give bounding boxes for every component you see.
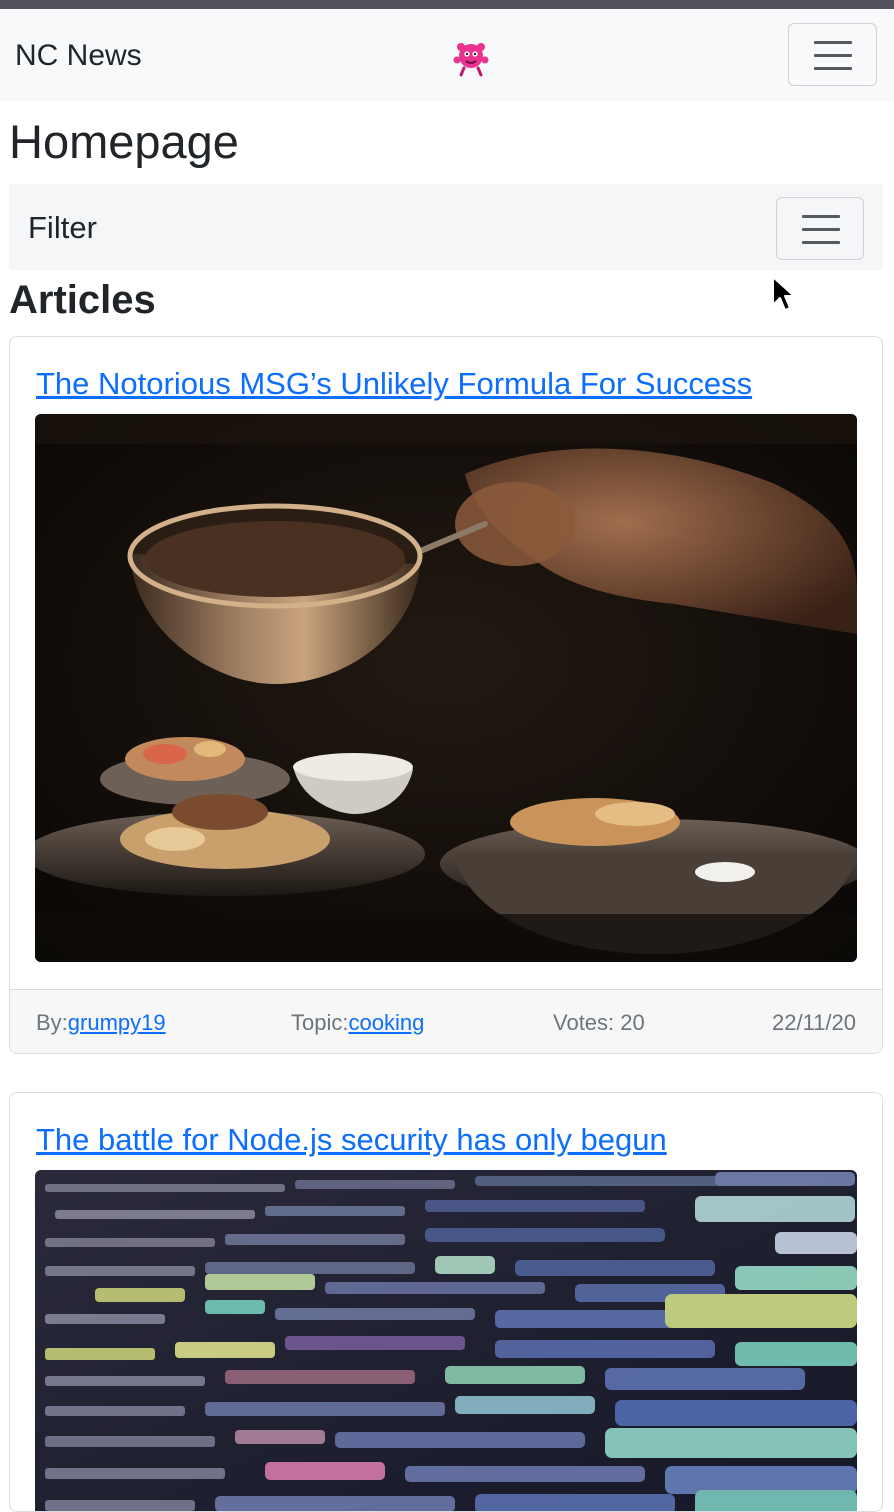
code-screen-image (35, 1170, 857, 1511)
article-image-code[interactable] (35, 1170, 857, 1511)
navbar: NC News (0, 9, 894, 101)
hamburger-icon (802, 215, 840, 218)
article-title-link[interactable]: The battle for Node.js security has only… (36, 1121, 667, 1159)
article-card: The Notorious MSG’s Unlikely Formula For… (9, 336, 883, 1054)
author-label: By: (36, 1010, 68, 1035)
topic-link[interactable]: cooking (348, 1010, 424, 1035)
page-title: Homepage (9, 115, 239, 168)
article-topic: Topic:cooking (291, 1010, 424, 1036)
article-title-link[interactable]: The Notorious MSG’s Unlikely Formula For… (36, 365, 752, 403)
pink-mascot-icon[interactable] (450, 36, 492, 78)
article-votes: Votes: 20 (553, 1010, 645, 1035)
articles-heading: Articles (9, 278, 156, 322)
mouse-cursor-icon (772, 276, 795, 311)
article-date: 22/11/20 (771, 1010, 856, 1035)
hamburger-icon (814, 41, 852, 44)
article-image-cooking[interactable] (35, 414, 857, 962)
article-card: The battle for Node.js security has only… (9, 1092, 883, 1512)
cooking-photo-image (35, 414, 857, 962)
author-link[interactable]: grumpy19 (68, 1010, 166, 1035)
filter-bar: Filter (9, 184, 883, 270)
filter-label[interactable]: Filter (28, 210, 97, 246)
filter-toggle-button[interactable] (776, 197, 864, 260)
nav-menu-toggle-button[interactable] (788, 23, 877, 86)
brand-link[interactable]: NC News (15, 38, 142, 74)
topic-label: Topic: (291, 1010, 349, 1035)
article-author: By:grumpy19 (36, 1010, 166, 1036)
article-card-footer: By:grumpy19 Topic:cooking Votes: 20 22/1… (10, 989, 882, 1053)
window-top-strip (0, 0, 894, 9)
